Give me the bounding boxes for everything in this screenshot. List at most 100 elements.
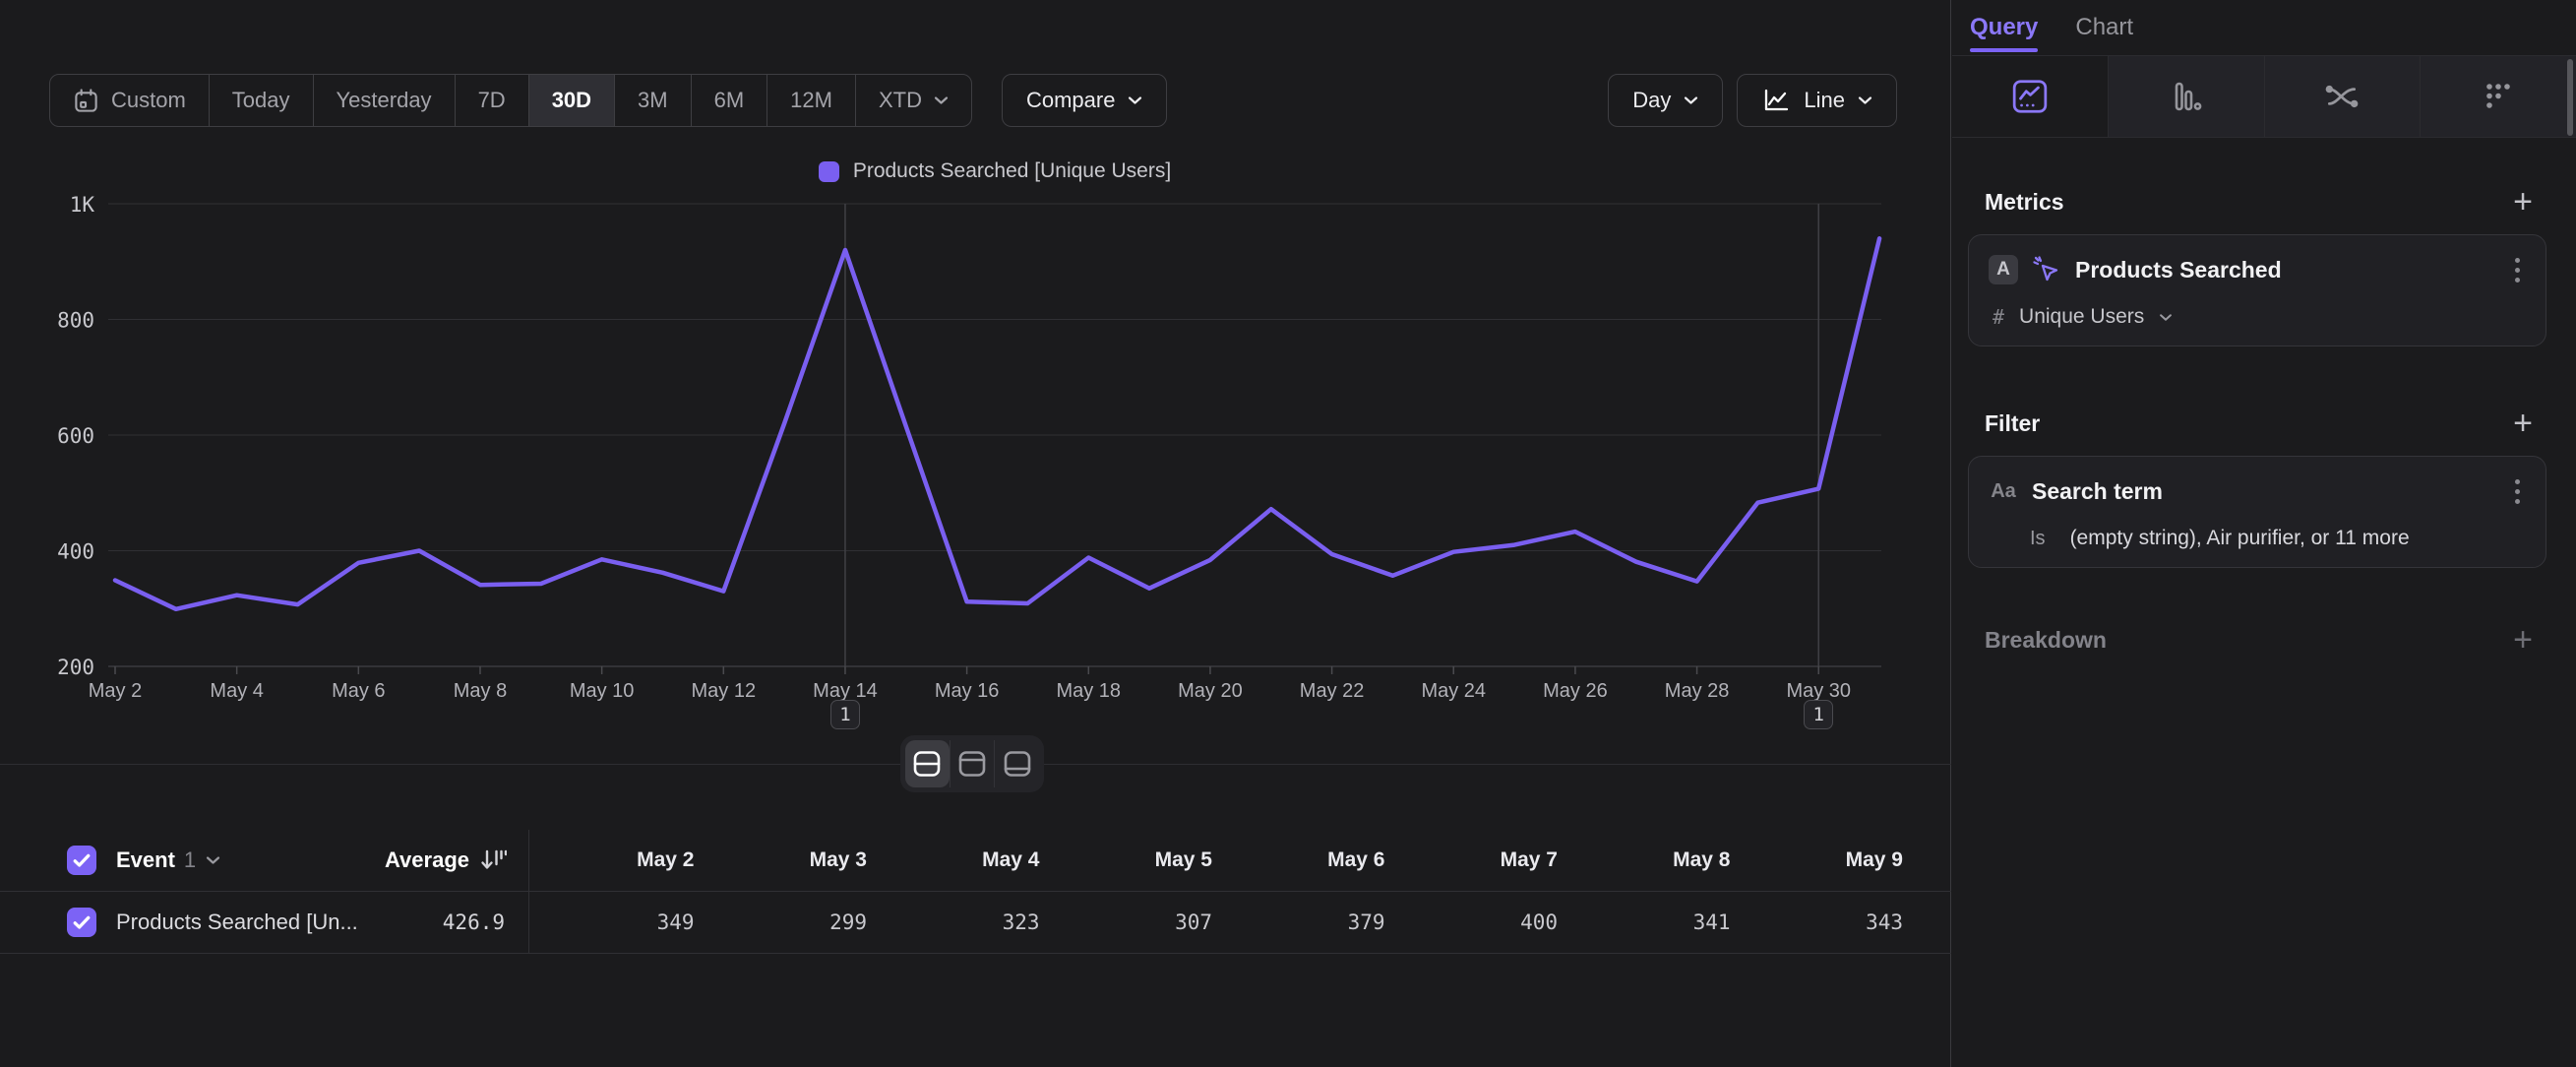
measurement-label: Unique Users [2019, 305, 2144, 329]
filter-condition[interactable]: Is (empty string), Air purifier, or 11 m… [2030, 524, 2530, 553]
row-checkbox[interactable] [67, 908, 96, 937]
sort-descending-icon[interactable] [479, 847, 507, 873]
metric-menu-button[interactable] [2504, 255, 2530, 284]
filter-property-name[interactable]: Search term [2032, 478, 2490, 505]
query-sidebar: Query Chart [1952, 0, 2576, 1067]
report-type-strip [1952, 56, 2576, 138]
split-view-button[interactable] [905, 740, 950, 787]
table-header-left: Event 1 Average [0, 830, 529, 891]
data-table: Event 1 Average May 2 May 3 [0, 830, 1951, 954]
average-value: 426.9 [443, 910, 528, 934]
svg-text:800: 800 [57, 309, 94, 333]
svg-text:May 18: May 18 [1056, 680, 1121, 702]
series-name: Products Searched [Un... [116, 910, 358, 935]
filter-section-header: Filter + [1985, 407, 2533, 440]
metric-card[interactable]: A Products Searched # Unique Users [1968, 234, 2546, 346]
table-header-row: Event 1 Average May 2 May 3 [0, 830, 1951, 892]
chart-only-view-icon [956, 749, 988, 779]
filter-title: Filter [1985, 410, 2040, 437]
cell-value: 379 [1220, 910, 1393, 934]
svg-text:200: 200 [57, 656, 94, 679]
split-view-icon [911, 749, 943, 779]
column-header: May 5 [1048, 848, 1221, 872]
chart-only-view-button[interactable] [950, 740, 995, 787]
svg-text:May 28: May 28 [1665, 680, 1730, 702]
table-only-view-icon [1002, 749, 1033, 779]
measurement-selector[interactable]: # Unique Users [1993, 302, 2530, 332]
string-type-icon: Aa [1989, 480, 2018, 503]
svg-text:May 4: May 4 [210, 680, 263, 702]
table-row[interactable]: Products Searched [Un... 426.9 349 299 3… [0, 892, 1951, 954]
chevron-down-icon[interactable] [206, 855, 220, 865]
report-funnels-tab[interactable] [2108, 56, 2264, 137]
chart-x-axis-labels: May 2May 4May 6May 8May 10May 12May 14Ma… [89, 666, 1851, 702]
annotation-badge[interactable]: 1 [1804, 700, 1833, 729]
cell-value: 343 [1739, 910, 1912, 934]
svg-text:May 14: May 14 [813, 680, 878, 702]
filter-value: (empty string), Air purifier, or 11 more [2070, 527, 2410, 550]
column-header: May 8 [1565, 848, 1739, 872]
column-header: May 7 [1393, 848, 1566, 872]
select-all-checkbox[interactable] [67, 846, 96, 875]
cell-value: 349 [529, 910, 703, 934]
table-only-view-button[interactable] [994, 740, 1039, 787]
funnels-icon [2169, 79, 2204, 114]
tab-label: Query [1970, 14, 2038, 41]
svg-text:May 12: May 12 [692, 680, 757, 702]
metric-card-row: A Products Searched [1989, 253, 2530, 286]
column-header: May 9 [1739, 848, 1912, 872]
tab-query[interactable]: Query [1970, 0, 2038, 55]
svg-text:May 2: May 2 [89, 680, 142, 702]
column-header: May 3 [703, 848, 876, 872]
scrollbar-thumb[interactable] [2567, 59, 2573, 136]
svg-text:May 26: May 26 [1543, 680, 1608, 702]
metrics-section-header: Metrics + [1985, 185, 2533, 219]
insights-icon [2011, 79, 2049, 114]
report-retention-tab[interactable] [2420, 56, 2576, 137]
metrics-title: Metrics [1985, 189, 2064, 216]
cell-value: 299 [703, 910, 876, 934]
main-panel: Custom Today Yesterday 7D 30D 3M 6M 12M … [0, 0, 1951, 1067]
filter-card[interactable]: Aa Search term Is (empty string), Air pu… [1968, 456, 2546, 568]
line-chart: 1K800600400200 May 2May 4May 6May 8May 1… [0, 0, 1951, 748]
flows-icon [2323, 79, 2361, 114]
breakdown-title: Breakdown [1985, 627, 2107, 654]
add-breakdown-button[interactable]: + [2513, 623, 2533, 657]
cursor-click-icon [2032, 255, 2061, 284]
chart-y-axis-labels: 1K800600400200 [57, 193, 94, 679]
event-count: 1 [184, 847, 196, 873]
chevron-down-icon [2159, 313, 2173, 322]
filter-menu-button[interactable] [2504, 476, 2530, 506]
svg-text:400: 400 [57, 540, 94, 564]
cell-value: 307 [1048, 910, 1221, 934]
tab-chart[interactable]: Chart [2075, 0, 2133, 55]
filter-card-row: Aa Search term [1989, 474, 2530, 508]
add-filter-button[interactable]: + [2513, 407, 2533, 440]
svg-text:1K: 1K [70, 193, 95, 217]
average-column-label[interactable]: Average [385, 847, 469, 873]
svg-text:May 20: May 20 [1178, 680, 1243, 702]
filter-operator: Is [2030, 528, 2046, 550]
svg-text:May 10: May 10 [570, 680, 635, 702]
sidebar-tabs: Query Chart [1952, 0, 2576, 56]
svg-text:May 6: May 6 [332, 680, 385, 702]
annotation-badge[interactable]: 1 [830, 700, 860, 729]
column-header: May 6 [1220, 848, 1393, 872]
column-header: May 4 [875, 848, 1048, 872]
tab-label: Chart [2075, 14, 2133, 41]
chart-gridlines [108, 204, 1881, 666]
column-header: May 2 [529, 848, 703, 872]
metric-name[interactable]: Products Searched [2075, 257, 2490, 283]
series-line[interactable] [115, 238, 1879, 609]
table-row-left: Products Searched [Un... 426.9 [0, 892, 529, 953]
cell-value: 341 [1565, 910, 1739, 934]
cell-value: 323 [875, 910, 1048, 934]
table-row-values: 349 299 323 307 379 400 341 343 [529, 910, 1951, 934]
svg-text:May 30: May 30 [1786, 680, 1851, 702]
add-metric-button[interactable]: + [2513, 185, 2533, 219]
report-flows-tab[interactable] [2264, 56, 2421, 137]
report-insights-tab[interactable] [1952, 56, 2108, 137]
svg-text:May 24: May 24 [1421, 680, 1486, 702]
svg-text:May 22: May 22 [1300, 680, 1365, 702]
table-date-columns: May 2 May 3 May 4 May 5 May 6 May 7 May … [529, 848, 1951, 872]
